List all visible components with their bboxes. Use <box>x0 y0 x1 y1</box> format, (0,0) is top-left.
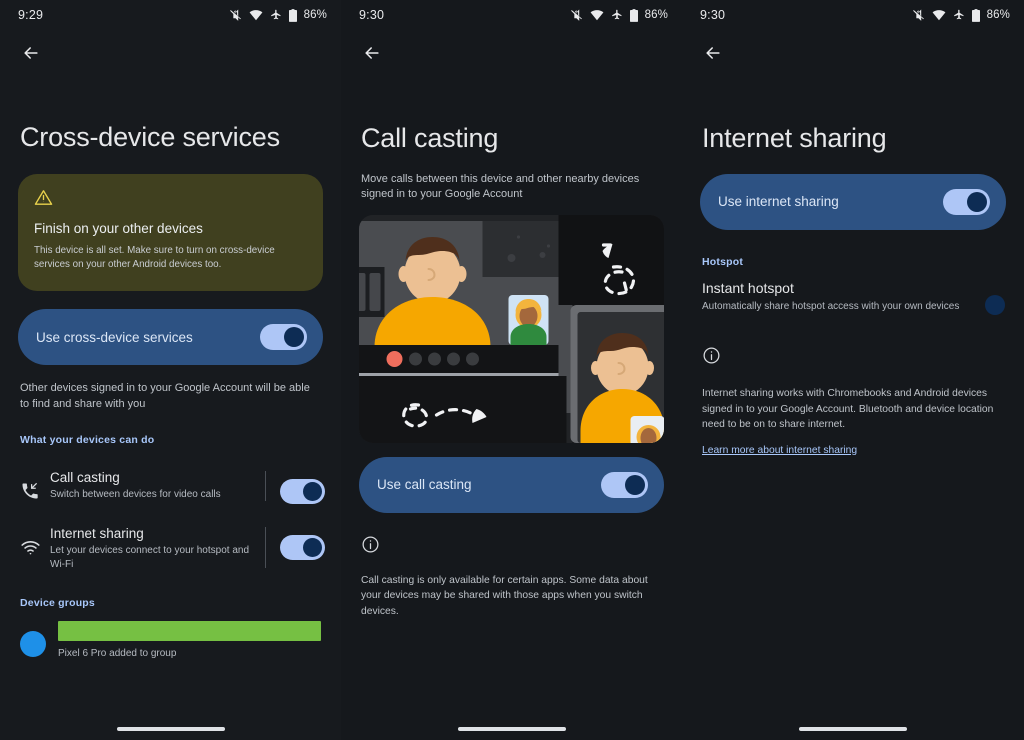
home-indicator[interactable] <box>799 727 907 731</box>
device-group-subtitle: Pixel 6 Pro added to group <box>58 648 177 660</box>
use-cross-device-services-label: Use cross-device services <box>36 329 193 345</box>
battery-percentage: 86% <box>303 9 327 21</box>
warning-card-title: Finish on your other devices <box>34 220 203 236</box>
call-casting-note: Call casting is only available for certa… <box>361 574 648 617</box>
feature-subtitle: Let your devices connect to your hotspot… <box>50 545 250 571</box>
wifi-icon <box>249 9 263 21</box>
airplane-mode-icon <box>953 9 965 21</box>
info-icon <box>361 536 380 558</box>
use-internet-sharing-switch[interactable] <box>943 188 990 215</box>
home-indicator[interactable] <box>116 727 225 731</box>
app-bar <box>0 30 341 76</box>
page-title: Internet sharing <box>702 123 887 153</box>
call-casting-description: Move calls between this device and other… <box>361 172 640 201</box>
home-indicator[interactable] <box>457 727 566 731</box>
app-bar <box>682 30 1024 76</box>
feature-list: Call casting Switch between devices for … <box>0 458 341 581</box>
use-cross-device-services-switch[interactable] <box>260 324 307 351</box>
device-groups-label: Device groups <box>20 597 95 610</box>
feature-subtitle: Switch between devices for video calls <box>50 489 221 501</box>
use-internet-sharing-card[interactable]: Use internet sharing <box>700 173 1006 230</box>
feature-row-call-casting[interactable]: Call casting Switch between devices for … <box>0 458 341 514</box>
avatar <box>20 631 46 658</box>
use-call-casting-switch[interactable] <box>601 471 648 498</box>
call-casting-illustration <box>359 214 664 443</box>
device-group-row[interactable]: Pixel 6 Pro added to group <box>0 609 341 659</box>
mute-icon <box>912 9 925 22</box>
wifi-icon <box>932 9 946 21</box>
use-internet-sharing-label: Use internet sharing <box>718 194 839 210</box>
status-bar: 9:30 86% <box>682 0 1024 30</box>
info-row <box>682 346 1024 370</box>
status-icons: 86% <box>229 8 327 22</box>
mute-icon <box>570 9 583 22</box>
finish-setup-card[interactable]: Finish on your other devices This device… <box>18 173 323 292</box>
airplane-mode-icon <box>270 9 282 21</box>
use-call-casting-card[interactable]: Use call casting <box>359 456 664 513</box>
instant-hotspot-subtitle: Automatically share hotspot access with … <box>702 300 960 312</box>
instant-hotspot-title: Instant hotspot <box>702 279 794 296</box>
panel-cross-device-services: 9:29 86% Cross-device services Finish on… <box>0 0 341 740</box>
learn-more-link[interactable]: Learn more about internet sharing <box>682 445 877 456</box>
battery-icon <box>629 8 638 22</box>
use-call-casting-label: Use call casting <box>377 477 472 493</box>
internet-sharing-note: Internet sharing works with Chromebooks … <box>702 388 994 431</box>
status-clock: 9:30 <box>700 8 726 22</box>
info-row <box>341 535 682 559</box>
status-icons: 86% <box>912 8 1010 22</box>
feature-title: Internet sharing <box>50 526 144 542</box>
status-bar: 9:29 86% <box>0 0 341 30</box>
wifi-icon <box>590 9 604 21</box>
back-arrow-icon <box>24 47 38 59</box>
back-arrow-icon <box>365 47 379 59</box>
feature-title: Call casting <box>50 470 120 486</box>
feature-row-internet-sharing[interactable]: Internet sharing Let your devices connec… <box>0 514 341 581</box>
battery-percentage: 86% <box>986 9 1010 21</box>
warning-triangle-icon <box>34 188 307 212</box>
row-divider <box>265 471 266 502</box>
three-phone-screenshots: 9:29 86% Cross-device services Finish on… <box>0 0 1024 740</box>
call-casting-switch[interactable] <box>280 479 325 505</box>
page-title: Call casting <box>361 123 499 153</box>
what-your-devices-can-do-label: What your devices can do <box>20 434 155 447</box>
back-button[interactable] <box>696 36 730 70</box>
page-title: Cross-device services <box>20 122 280 152</box>
info-icon <box>702 347 721 369</box>
internet-sharing-switch[interactable] <box>280 535 325 561</box>
panel-internet-sharing: 9:30 86% Internet sharing Use internet s… <box>682 0 1024 740</box>
panel-call-casting: 9:30 86% Call casting Move calls between… <box>341 0 682 740</box>
battery-icon <box>288 8 297 22</box>
cross-device-footnote: Other devices signed in to your Google A… <box>20 382 310 410</box>
call-casting-icon <box>20 467 50 501</box>
use-cross-device-services-card[interactable]: Use cross-device services <box>18 309 323 366</box>
status-bar: 9:30 86% <box>341 0 682 30</box>
status-clock: 9:30 <box>359 8 385 22</box>
battery-percentage: 86% <box>644 9 668 21</box>
app-bar <box>341 30 682 76</box>
status-icons: 86% <box>570 8 668 22</box>
back-button[interactable] <box>14 36 48 70</box>
redacted-group-name <box>58 621 321 642</box>
mute-icon <box>229 9 242 22</box>
row-divider <box>265 527 266 569</box>
airplane-mode-icon <box>611 9 623 21</box>
warning-card-body: This device is all set. Make sure to tur… <box>34 244 275 271</box>
wifi-icon <box>20 523 50 558</box>
hotspot-section-label: Hotspot <box>702 255 744 268</box>
illustration-svg <box>359 214 664 443</box>
back-button[interactable] <box>355 36 389 70</box>
instant-hotspot-row[interactable]: Instant hotspot Automatically share hots… <box>682 268 1024 315</box>
status-clock: 9:29 <box>18 8 44 22</box>
battery-icon <box>971 8 980 22</box>
back-arrow-icon <box>706 47 720 59</box>
